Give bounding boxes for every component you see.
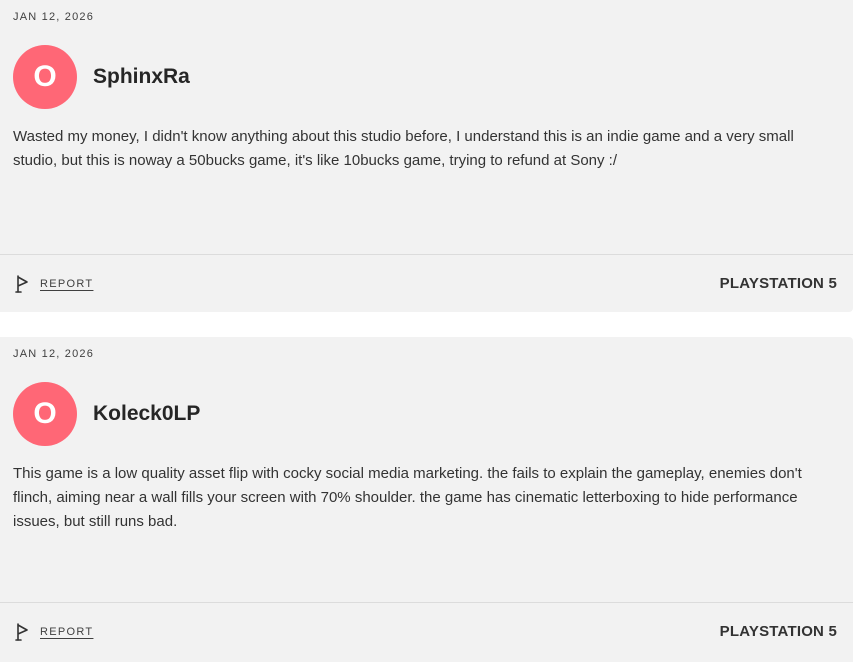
review-text: This game is a low quality asset flip wi… [13, 465, 802, 530]
review-date: JAN 12, 2026 [13, 348, 95, 360]
platform-label: PLAYSTATION 5 [719, 275, 837, 292]
avatar: O [13, 382, 77, 446]
review-footer: REPORT PLAYSTATION 5 [0, 254, 853, 312]
review-date: JAN 12, 2026 [13, 11, 95, 23]
reviewer: O SphinxRa [13, 45, 190, 109]
reviewer-name: SphinxRa [93, 65, 190, 88]
review-card: JAN 12, 2026 O Koleck0LP This game is a … [0, 337, 853, 662]
review-footer: REPORT PLAYSTATION 5 [0, 602, 853, 660]
reviews-list: JAN 12, 2026 O SphinxRa Wasted my money,… [0, 0, 853, 662]
flag-icon [15, 622, 31, 642]
report-button[interactable]: REPORT [15, 274, 93, 294]
report-button[interactable]: REPORT [15, 622, 93, 642]
platform-label: PLAYSTATION 5 [719, 623, 837, 640]
review-text: Wasted my money, I didn't know anything … [13, 128, 794, 169]
reviewer-name: Koleck0LP [93, 402, 201, 425]
report-label: REPORT [40, 277, 94, 290]
report-label: REPORT [40, 625, 94, 638]
avatar: O [13, 45, 77, 109]
review-card: JAN 12, 2026 O SphinxRa Wasted my money,… [0, 0, 853, 312]
flag-icon [15, 274, 31, 294]
reviewer: O Koleck0LP [13, 382, 200, 446]
